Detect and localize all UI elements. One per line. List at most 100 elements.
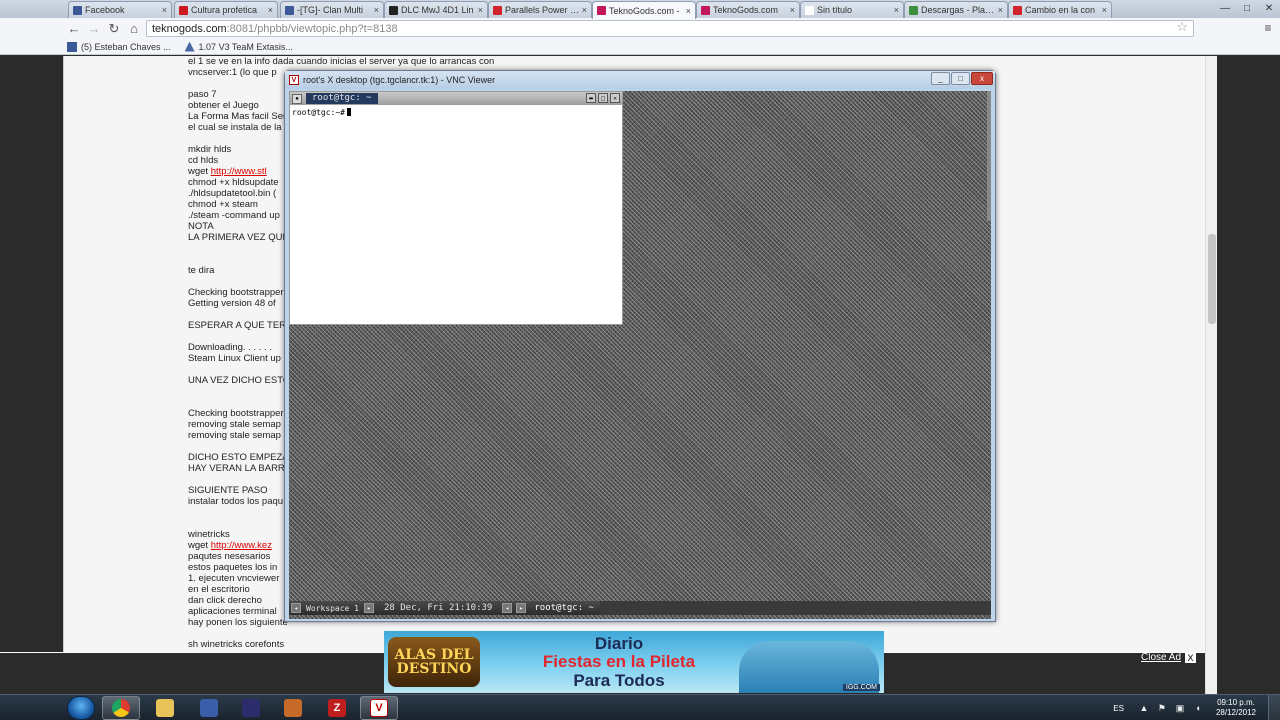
ad-banner[interactable]: ALAS DEL DESTINO Diario Fiestas en la Pi…	[384, 631, 884, 693]
browser-tab[interactable]: Parallels Power Pa ×	[488, 1, 592, 18]
show-desktop-button[interactable]	[1268, 695, 1280, 720]
start-button[interactable]	[67, 696, 95, 720]
tab-label: DLC MwJ 4D1 Lin	[401, 5, 474, 15]
taskbar-app-chrome[interactable]	[102, 696, 140, 720]
vnc-titlebar[interactable]: V root's X desktop (tgc.tgclancr.tk:1) -…	[285, 71, 995, 89]
close-window-button[interactable]: ✕	[1258, 0, 1280, 17]
bookmark-team-extasis[interactable]: 1.07 V3 TeaM Extasis...	[184, 41, 293, 52]
bookmark-icon	[184, 41, 195, 52]
browser-tab[interactable]: Descargas - PlayO ×	[904, 1, 1008, 18]
post-line-text: removing stale semap	[188, 419, 281, 430]
taskbar-app-putty[interactable]	[190, 696, 228, 720]
tab-label: Cultura profetica	[191, 5, 258, 15]
xterm-close-button[interactable]: ✕	[610, 93, 620, 103]
post-link[interactable]: http://www.kez	[211, 540, 272, 551]
volume-icon[interactable]: ◖	[1192, 702, 1204, 714]
tab-close-icon[interactable]: ×	[790, 5, 795, 15]
address-bar[interactable]: teknogods.com:8081/phpbb/viewtopic.php?t…	[146, 20, 1194, 37]
browser-tab[interactable]: -[TG]- Clan Multi ×	[280, 1, 384, 18]
xterm-titlebar[interactable]: ▪ root@tgc: ~ ▬ □ ✕	[290, 92, 622, 105]
post-line-text: winetricks	[188, 529, 230, 540]
close-ad-button[interactable]: Close Ad X	[1141, 652, 1197, 663]
taskbar-app-explorer[interactable]	[146, 696, 184, 720]
vnc-minimize-button[interactable]: _	[931, 72, 950, 85]
system-clock[interactable]: 09:10 p.m. 28/12/2012	[1216, 698, 1256, 718]
terminal-body[interactable]: root@tgc:~#	[290, 105, 622, 120]
tab-close-icon[interactable]: ×	[162, 5, 167, 15]
tab-favicon-icon	[1013, 5, 1022, 15]
tab-favicon-icon	[73, 5, 82, 15]
vnc-scrollbar[interactable]	[987, 91, 991, 221]
system-tray: ES ▲ ⚑ ▣ ◖ 09:10 p.m. 28/12/2012	[1113, 695, 1280, 720]
post-line-text: te dira	[188, 265, 215, 276]
tab-close-icon[interactable]: ×	[478, 5, 483, 15]
remote-desktop[interactable]: ▪ root@tgc: ~ ▬ □ ✕ root@tgc:~# ◂ Worksp…	[289, 91, 991, 619]
back-button[interactable]: ←	[64, 19, 84, 39]
show-hidden-icons[interactable]: ▲	[1138, 702, 1150, 714]
tab-close-icon[interactable]: ×	[686, 6, 691, 16]
browser-tab[interactable]: TeknoGods.com - ×	[592, 1, 696, 19]
window-menu-icon[interactable]: ▪	[292, 93, 302, 104]
xterm-window[interactable]: ▪ root@tgc: ~ ▬ □ ✕ root@tgc:~#	[289, 91, 623, 325]
scrollbar-thumb[interactable]	[1208, 234, 1216, 324]
post-line-text: mkdir hlds	[188, 144, 232, 155]
tab-close-icon[interactable]: ×	[582, 5, 587, 15]
tab-close-icon[interactable]: ×	[374, 5, 379, 15]
taskbar-app-flag-app[interactable]	[232, 696, 270, 720]
tab-close-icon[interactable]: ×	[998, 5, 1003, 15]
reload-button[interactable]: ↻	[104, 19, 124, 39]
browser-tab[interactable]: Cambio en la con ×	[1008, 1, 1112, 18]
taskbar-app-vnc-viewer[interactable]: V	[360, 696, 398, 720]
vnc-close-button[interactable]: x	[971, 72, 993, 85]
post-line-text: el 1 se ve en la info dada cuando inicia…	[188, 56, 495, 67]
taskbar-app-game[interactable]	[274, 696, 312, 720]
minimize-button[interactable]: —	[1214, 0, 1236, 17]
bookmark-facebook[interactable]: (5) Esteban Chaves ...	[67, 41, 171, 52]
tab-label: Sin título	[817, 5, 853, 15]
task-prev-button[interactable]: ◂	[502, 603, 513, 613]
tab-close-icon[interactable]: ×	[1102, 5, 1107, 15]
page-scrollbar[interactable]	[1205, 56, 1217, 694]
tab-close-icon[interactable]: ×	[894, 5, 899, 15]
xterm-minimize-button[interactable]: ▬	[586, 93, 596, 103]
vnc-viewer-window[interactable]: V root's X desktop (tgc.tgclancr.tk:1) -…	[284, 70, 996, 622]
language-indicator[interactable]: ES	[1113, 704, 1124, 713]
task-xterm[interactable]: root@tgc: ~	[528, 603, 600, 613]
network-icon[interactable]: ▣	[1174, 702, 1186, 714]
terminal-cursor	[346, 108, 351, 116]
bookmark-star-icon[interactable]: ☆	[1176, 19, 1188, 35]
workspace-next-button[interactable]: ▸	[363, 603, 374, 613]
tab-favicon-icon	[909, 5, 918, 15]
tab-favicon-icon	[285, 5, 294, 15]
tab-close-icon[interactable]: ×	[268, 5, 273, 15]
filezilla-icon: Z	[328, 699, 346, 717]
workspace-label[interactable]: Workspace 1	[303, 604, 362, 613]
tab-favicon-icon	[493, 5, 502, 15]
maximize-button[interactable]: □	[1236, 0, 1258, 17]
vnc-viewer-icon: V	[370, 699, 388, 717]
post-line-text: obtener el Juego	[188, 100, 259, 111]
browser-tab[interactable]: Cultura profetica ×	[174, 1, 278, 18]
flag-app-icon	[242, 699, 260, 717]
vnc-maximize-button[interactable]: □	[951, 72, 970, 85]
taskbar-app-filezilla[interactable]: Z	[318, 696, 356, 720]
chrome-menu-button[interactable]: ≡	[1260, 20, 1276, 36]
address-host: teknogods.com	[152, 22, 227, 35]
post-line-text: LA PRIMERA VEZ QUE	[188, 232, 289, 243]
home-button[interactable]: ⌂	[124, 19, 144, 39]
post-link[interactable]: http://www.stl	[211, 166, 267, 177]
workspace-prev-button[interactable]: ◂	[291, 603, 301, 613]
browser-tab[interactable]: Facebook ×	[68, 1, 172, 18]
post-line-text: paqutes nesesarios	[188, 551, 271, 562]
xterm-title: root@tgc: ~	[306, 93, 378, 104]
address-path: :8081/phpbb/viewtopic.php?t=8138	[226, 22, 398, 35]
browser-tab[interactable]: TeknoGods.com ×	[696, 1, 800, 18]
task-next-button[interactable]: ▸	[516, 603, 527, 613]
action-center-icon[interactable]: ⚑	[1156, 702, 1168, 714]
xterm-maximize-button[interactable]: □	[598, 93, 608, 103]
browser-tab[interactable]: DLC MwJ 4D1 Lin ×	[384, 1, 488, 18]
tab-favicon-icon	[179, 5, 188, 15]
forward-button[interactable]: →	[84, 19, 104, 39]
browser-tab[interactable]: Sin título ×	[800, 1, 904, 18]
post-line-text: hay ponen los siguiente	[188, 617, 288, 628]
